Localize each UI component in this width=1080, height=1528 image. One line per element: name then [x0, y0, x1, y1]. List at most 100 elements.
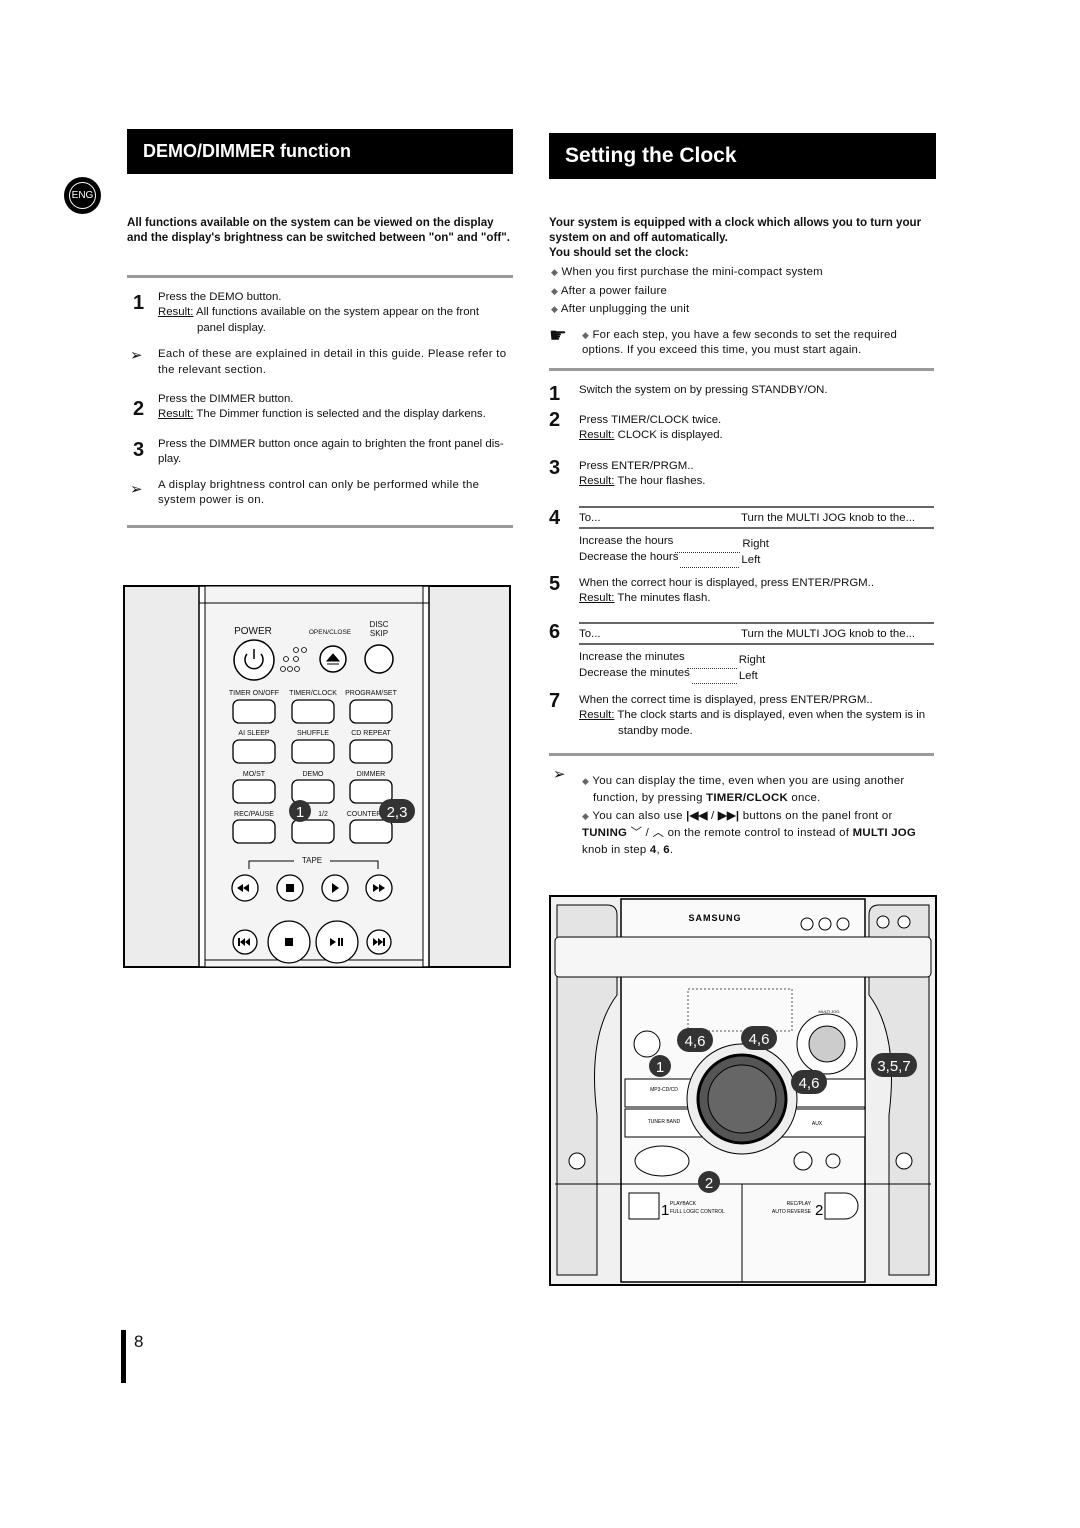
note: ◆ You can also use |◀◀ / ▶▶| buttons on … [582, 810, 917, 856]
section-title-setting-clock: Setting the Clock [549, 133, 936, 179]
result-text-cont: standby mode. [618, 724, 693, 737]
deck-1-number: 1 [661, 1202, 669, 1219]
half-speed-button[interactable] [291, 819, 335, 844]
remote-label: TIMER/CLOCK [289, 690, 337, 697]
callout-label: 4,6 [749, 1031, 770, 1048]
mo-st-button[interactable] [232, 779, 276, 804]
table-row: Decrease the hours Left [579, 550, 934, 569]
list-item-text: After unplugging the unit [560, 303, 690, 315]
note-text: once. [788, 791, 821, 804]
column-header: To... [579, 628, 601, 640]
result-label: Result: [579, 475, 615, 488]
step-1-text: Switch the system on by pressing STANDBY… [579, 384, 828, 396]
result-text: All functions available on the system ap… [196, 306, 480, 319]
cell: Right [738, 654, 766, 667]
deck-1-sublabel: FULL LOGIC CONTROL [670, 1209, 725, 1215]
section-title-text: DEMO/DIMMER function [143, 141, 351, 161]
step-number: 7 [549, 690, 561, 712]
note: A display brightness control can only be… [158, 478, 480, 507]
remote-label: COUNTER [347, 811, 382, 818]
deck-1-label: PLAYBACK [670, 1201, 697, 1207]
result-label: Result: [579, 709, 615, 722]
cd-repeat-button[interactable] [349, 739, 393, 764]
rec-pause-button[interactable] [232, 819, 276, 844]
note: Each of these are explained in detail in… [158, 348, 507, 376]
list-item: ◆ After a power failure [551, 284, 668, 297]
intro-text: All functions available on the system ca… [127, 216, 510, 244]
column-header: Turn the MULTI JOG knob to the... [741, 512, 916, 524]
remote-label: TIMER ON/OFF [229, 690, 279, 697]
timer-onoff-button[interactable] [232, 699, 276, 724]
remote-label-disc: DISC [369, 620, 388, 629]
stop-icon [286, 884, 294, 892]
counter-button[interactable] [349, 819, 393, 844]
note-text: buttons on the panel front or [739, 810, 893, 822]
demo-steps: 1 Press the DEMO button. Result: All fun… [127, 290, 517, 508]
step-text: When the correct time is displayed, pres… [579, 694, 873, 706]
callout-label: 1 [296, 804, 304, 821]
divider [549, 368, 934, 371]
intro-subtitle: You should set the clock: [549, 246, 689, 259]
deck-2-number: 2 [815, 1202, 823, 1219]
step-1: Press the DEMO button. Result: All funct… [127, 290, 517, 336]
play-pause-button[interactable] [315, 920, 359, 964]
previous-icon: |◀◀ [686, 810, 708, 822]
step-text: Press ENTER/PRGM.. [579, 460, 694, 472]
note-arrow-icon: ➢ [130, 481, 143, 498]
section-title-text: Setting the Clock [565, 144, 737, 167]
chevron-down-icon: ﹀ [630, 827, 643, 839]
clock-reasons-list: ◆ When you first purchase the mini-compa… [551, 263, 823, 319]
remote-label: DEMO [303, 771, 325, 778]
divider [127, 275, 513, 278]
note-text: . [669, 844, 674, 856]
step-text: Press the DIMMER button. [158, 393, 294, 406]
power-button[interactable] [233, 639, 275, 681]
minutes-table: To... Turn the MULTI JOG knob to the... I… [579, 622, 934, 685]
intro-text: Your system is equipped with a clock whi… [549, 216, 922, 244]
note-text: on the remote control to instead of [664, 827, 853, 839]
step-number: 4 [549, 507, 561, 529]
clock-notes: ◆ You can display the time, even when yo… [582, 773, 927, 859]
note-bold: TUNING [582, 827, 628, 839]
result-text: CLOCK is displayed. [617, 429, 723, 442]
multi-jog-knob[interactable] [808, 1025, 846, 1063]
callout-label: 3,5,7 [877, 1058, 910, 1075]
table-row: Decrease the minutes Left [579, 666, 934, 685]
result-text: The Dimmer function is selected and the … [196, 408, 486, 421]
language-badge: ENG [64, 177, 101, 214]
divider [549, 753, 934, 756]
language-badge-label: ENG [69, 182, 96, 209]
deck-2-label: REC/PLAY [787, 1201, 812, 1207]
shuffle-button[interactable] [291, 739, 335, 764]
timer-clock-button[interactable] [291, 699, 335, 724]
aux-button-label: AUX [812, 1121, 823, 1127]
table-header: To... Turn the MULTI JOG knob to the... [579, 508, 934, 527]
standby-on-button[interactable] [633, 1030, 661, 1058]
page-number: 8 [134, 1332, 144, 1351]
note-text: You can also use [592, 810, 687, 822]
step-3: Press the DIMMER button once again to br… [127, 437, 517, 468]
cell: Decrease the hours [579, 550, 679, 563]
result-text-cont: panel display. [197, 321, 266, 334]
cell: Left [741, 553, 761, 566]
dimmer-button[interactable] [349, 779, 393, 804]
callout-label: 1 [656, 1059, 664, 1076]
section-title-demo-dimmer: DEMO/DIMMER function [127, 129, 513, 174]
column-header: To... [579, 512, 601, 524]
step-result: Result: The Dimmer function is selected … [158, 407, 517, 422]
remote-control-illustration: POWER OPEN/CLOSE DISC SKIP TIMER ON/OFF … [123, 585, 511, 968]
disc-skip-button[interactable] [364, 644, 394, 674]
remote-label-skip: SKIP [370, 629, 388, 638]
cell: Right [742, 538, 769, 551]
demo-button[interactable] [291, 779, 335, 804]
step-2: Press TIMER/CLOCK twice. Result: CLOCK is… [579, 413, 939, 444]
note-arrow-icon: ➢ [553, 766, 566, 783]
ai-sleep-button[interactable] [232, 739, 276, 764]
remote-label: PROGRAM/SET [345, 690, 397, 697]
result-text: The clock starts and is displayed, even … [617, 709, 926, 722]
result-text: The minutes flash. [617, 592, 711, 605]
stereo-front-panel-illustration: SAMSUNG MULTI JOG MP3-CD/CD TUNER BAND A… [549, 895, 937, 1286]
chevron-up-icon: ︿ [652, 827, 665, 839]
step-number: 6 [549, 621, 561, 643]
program-set-button[interactable] [349, 699, 393, 724]
